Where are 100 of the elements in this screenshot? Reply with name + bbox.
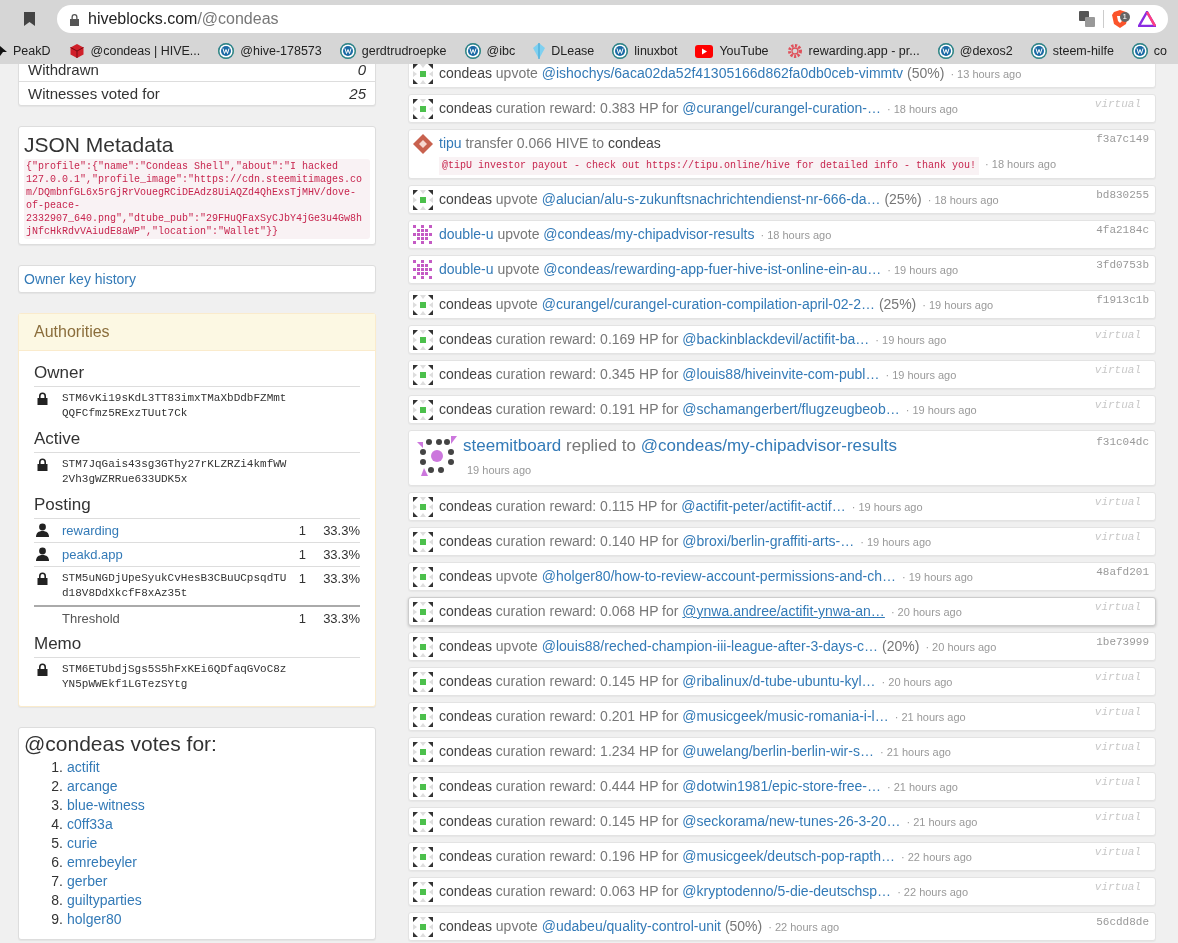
bookmark[interactable]: YouTube [695, 44, 769, 58]
post-link[interactable]: @seckorama/new-tunes-26-3-20… [682, 813, 901, 829]
post-link[interactable]: @musicgeek/deutsch-pop-rapth… [682, 848, 895, 864]
stat-label: Witnesses voted for [28, 85, 160, 102]
weight: 1 [297, 523, 306, 538]
account-name: condeas [439, 813, 492, 829]
lock-icon [36, 458, 49, 471]
operation-text: upvote [495, 568, 538, 584]
panel-title: @condeas votes for: [24, 732, 218, 756]
post-link[interactable]: @actifit-peter/actifit-actif… [681, 498, 846, 514]
bookmark[interactable]: PeakD [0, 44, 51, 58]
post-link[interactable]: @alucian/alu-s-zukunftsnachrichtendienst-nr-666-da… [541, 191, 881, 207]
account-name: condeas [439, 296, 492, 312]
post-link[interactable]: @condeas/my-chipadvisor-results [543, 226, 755, 242]
account-link[interactable]: double-u [439, 261, 494, 277]
witness-link[interactable]: curie [67, 834, 98, 853]
post-link[interactable]: @holger80/how-to-review-account-permissions-and-ch… [541, 568, 896, 584]
list-number: 5. [50, 834, 63, 853]
timestamp: · 19 hours ago [905, 404, 977, 416]
vote-weight: (25%) [884, 191, 922, 207]
timestamp: · 21 hours ago [894, 711, 966, 723]
timestamp: · 22 hours ago [768, 921, 840, 933]
post-link[interactable]: @schamangerbert/flugzeugbeob… [682, 401, 900, 417]
bookmark[interactable]: @hive-178573 [218, 43, 322, 59]
bookmark[interactable]: rewarding.app - pr... [786, 43, 920, 59]
operation-text: transfer 0.066 HIVE to [465, 135, 604, 151]
account-link[interactable]: rewarding [62, 523, 288, 538]
post-link[interactable]: @curangel/curangel-curation-… [682, 100, 881, 116]
account-link[interactable]: tipu [439, 135, 462, 151]
account-name: condeas [439, 638, 492, 654]
operation-text: upvote [495, 191, 538, 207]
operation-text: curation reward: 0.115 HP for [495, 498, 678, 514]
post-link[interactable]: @ishochys/6aca02da52f41305166d862fa0db0ceb-vimmtv [541, 65, 904, 81]
threshold-label: Threshold [62, 611, 121, 626]
user-icon [36, 547, 49, 561]
bookmark[interactable]: steem-hilfe [1030, 43, 1114, 59]
timestamp: · 19 hours ago [885, 369, 957, 381]
operation-text: upvote [495, 638, 538, 654]
account-name: condeas [439, 366, 492, 382]
account-name: condeas [607, 135, 661, 151]
timestamp: · 19 hours ago [887, 264, 959, 276]
post-link[interactable]: @musicgeek/music-romania-i-l… [682, 708, 889, 724]
post-link[interactable]: @louis88/reched-champion-iii-league-after-3-days-c… [541, 638, 879, 654]
witness-link[interactable]: c0ff33a [67, 815, 113, 834]
operation-text: replied to [566, 436, 636, 455]
operation-text: upvote [497, 261, 540, 277]
post-link[interactable]: @condeas/my-chipadvisor-results [640, 436, 897, 455]
bookmark[interactable]: @condeas | HIVE... [68, 43, 201, 59]
stat-value: 0 [357, 64, 366, 78]
post-link[interactable]: @backinblackdevil/actifit-ba… [682, 331, 870, 347]
triangle-icon[interactable] [1138, 11, 1156, 27]
bookmark[interactable]: co [1131, 43, 1168, 59]
post-link[interactable]: @ynwa.andree/actifit-ynwa-an… [682, 603, 885, 619]
list-number: 3. [50, 796, 63, 815]
bookmark[interactable]: linuxbot [612, 43, 678, 59]
timestamp: · 20 hours ago [925, 641, 997, 653]
timestamp: · 19 hours ago [922, 299, 994, 311]
transaction-id: 4fa2184c [1096, 224, 1149, 236]
account-link[interactable]: steemitboard [463, 436, 562, 455]
weight: 1 [297, 571, 306, 586]
account-link[interactable]: peakd.app [62, 547, 288, 562]
account-name: condeas [439, 65, 492, 81]
address-bar[interactable]: hiveblocks.com/@condeas 1 [57, 5, 1168, 33]
timestamp: 19 hours ago [466, 463, 533, 478]
witness-link[interactable]: holger80 [67, 910, 122, 929]
public-key: STM7JqGais43sg3GThy27rKLZRZi4kmfWW2Vh3gWZRRue633UDK5x [62, 457, 288, 487]
operation-text: curation reward: 0.169 HP for [495, 331, 679, 347]
post-link[interactable]: @dotwin1981/epic-store-free-… [682, 778, 881, 794]
post-link[interactable]: @ribalinux/d-tube-ubuntu-kyl… [682, 673, 876, 689]
url-host: hiveblocks.com [88, 10, 198, 27]
post-link[interactable]: @kryptodenno/5-die-deutschsp… [682, 883, 892, 899]
post-link[interactable]: @louis88/hiveinvite-com-publ… [682, 366, 880, 382]
operation-text: curation reward: 0.140 HP for [495, 533, 679, 549]
witness-link[interactable]: guiltyparties [67, 891, 142, 910]
bookmark[interactable]: @ibc [464, 43, 516, 59]
bookmark[interactable]: DLease [533, 43, 595, 59]
account-name: condeas [439, 498, 492, 514]
witness-link[interactable]: blue-witness [67, 796, 145, 815]
post-link[interactable]: @uwelang/berlin-berlin-wir-s… [682, 743, 874, 759]
witness-link[interactable]: actifit [67, 758, 100, 777]
post-link[interactable]: @curangel/curangel-curation-compilation-april-02-2… [541, 296, 876, 312]
owner-key-history-link[interactable]: Owner key history [24, 271, 137, 287]
account-name: condeas [439, 778, 492, 794]
witness-link[interactable]: emrebeyler [67, 853, 138, 872]
percent: 33.3% [322, 571, 360, 586]
post-link[interactable]: @condeas/rewarding-app-fuer-hive-ist-online-ein-au… [543, 261, 882, 277]
account-name: condeas [439, 568, 492, 584]
bookmark[interactable]: @dexos2 [937, 43, 1013, 59]
post-link[interactable]: @broxi/berlin-graffiti-arts-… [682, 533, 855, 549]
bookmark[interactable]: gerdtrudroepke [339, 43, 447, 59]
witness-link[interactable]: gerber [67, 872, 108, 891]
operation-text: curation reward: 0.145 HP for [495, 813, 679, 829]
witness-link[interactable]: arcange [67, 777, 118, 796]
translate-icon[interactable] [1078, 11, 1095, 27]
post-link[interactable]: @udabeu/quality-control-unit [541, 918, 721, 934]
account-link[interactable]: double-u [439, 226, 494, 242]
bookmark-icon[interactable] [24, 12, 35, 26]
list-number: 8. [50, 891, 63, 910]
operation-text: upvote [495, 918, 538, 934]
operation-text: curation reward: 0.063 HP for [495, 883, 679, 899]
